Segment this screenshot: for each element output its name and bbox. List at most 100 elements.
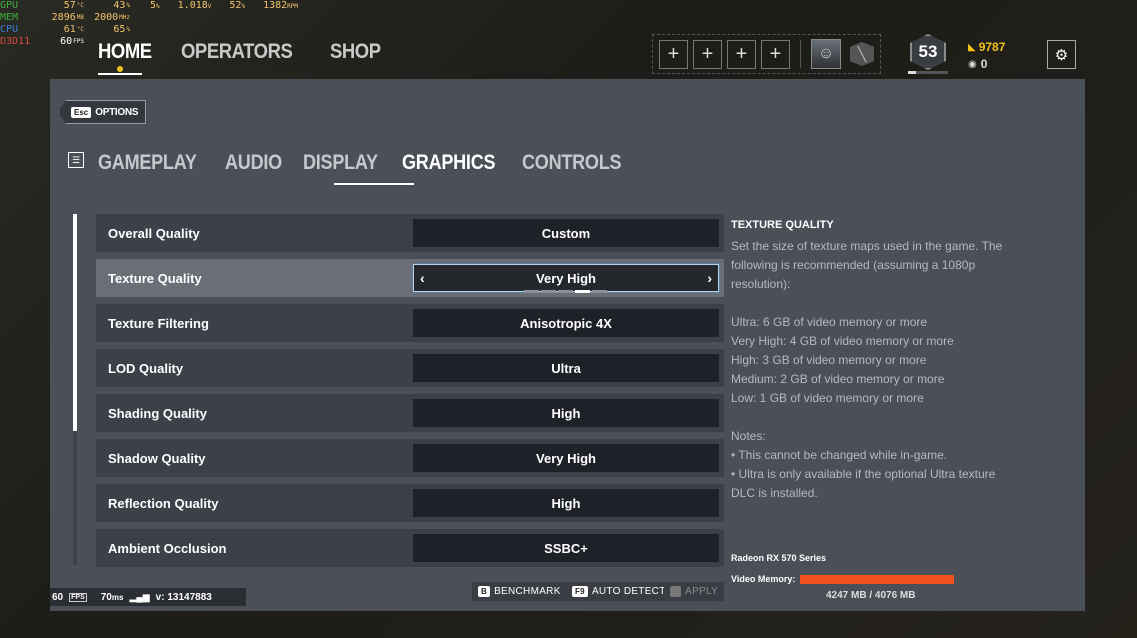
auto-detect-label: AUTO DETECT bbox=[591, 586, 666, 597]
f9-key-icon: F9 bbox=[572, 586, 588, 597]
description-text: Set the size of texture maps used in the… bbox=[731, 239, 1003, 253]
level-pip bbox=[541, 290, 556, 293]
setting-label: Ambient Occlusion bbox=[108, 540, 227, 556]
level-pip bbox=[592, 290, 607, 293]
level-progress-bar bbox=[908, 71, 948, 74]
chevron-right-icon[interactable]: › bbox=[707, 270, 712, 286]
nav-operators[interactable]: OPERATORS bbox=[181, 40, 293, 64]
options-tabs: GAMEPLAY AUDIO DISPLAY GRAPHICS CONTROLS bbox=[98, 151, 648, 175]
invite-slot-3[interactable]: + bbox=[727, 39, 756, 69]
level-indicator bbox=[524, 290, 607, 293]
tab-audio[interactable]: AUDIO bbox=[225, 151, 291, 175]
apply-key-icon: ■ bbox=[670, 586, 682, 597]
setting-label: Texture Filtering bbox=[108, 315, 209, 331]
setting-label: Texture Quality bbox=[108, 270, 202, 286]
note: • Ultra is only available if the optiona… bbox=[731, 467, 996, 481]
level-pip bbox=[558, 290, 573, 293]
settings-list-icon: ☰ bbox=[68, 152, 84, 168]
setting-row-lod-quality[interactable]: LOD Quality Ultra bbox=[96, 349, 724, 387]
setting-label: Reflection Quality bbox=[108, 495, 219, 511]
invite-slot-2[interactable]: + bbox=[693, 39, 722, 69]
description-text: following is recommended (assuming a 108… bbox=[731, 258, 976, 272]
recommendation: Medium: 2 GB of video memory or more bbox=[731, 372, 945, 386]
vram-usage-bar bbox=[800, 575, 954, 584]
gpu-name: Radeon RX 570 Series bbox=[731, 553, 827, 563]
active-tab-underline bbox=[334, 183, 414, 185]
tab-controls[interactable]: CONTROLS bbox=[522, 151, 630, 175]
setting-row-texture-filtering[interactable]: Texture Filtering Anisotropic 4X bbox=[96, 304, 724, 342]
vram-label: Video Memory: bbox=[731, 574, 796, 584]
nav-shop[interactable]: SHOP bbox=[330, 40, 381, 64]
options-back-button[interactable]: Esc OPTIONS bbox=[58, 100, 147, 124]
vram-usage-text: 4247 MB / 4076 MB bbox=[826, 590, 916, 601]
invite-slot-4[interactable]: + bbox=[761, 39, 790, 69]
setting-value[interactable]: Very High bbox=[413, 444, 719, 472]
setting-row-shading-quality[interactable]: Shading Quality High bbox=[96, 394, 724, 432]
note: DLC is installed. bbox=[731, 486, 818, 500]
recommendation: Ultra: 6 GB of video memory or more bbox=[731, 315, 928, 329]
fps-value: 60 bbox=[52, 591, 64, 603]
credits-icon: ◉ bbox=[968, 58, 977, 70]
benchmark-label: BENCHMARK bbox=[494, 586, 561, 597]
notification-dot bbox=[117, 66, 123, 72]
setting-row-shadow-quality[interactable]: Shadow Quality Very High bbox=[96, 439, 724, 477]
auto-detect-button[interactable]: F9 AUTO DETECT bbox=[566, 582, 672, 601]
settings-gear-button[interactable]: ⚙ bbox=[1047, 40, 1076, 69]
invite-slot-1[interactable]: + bbox=[659, 39, 688, 69]
version-text: v: 13147883 bbox=[155, 591, 212, 603]
currency-display[interactable]: ◣ 9787 ◉ 0 bbox=[968, 40, 1005, 71]
status-bar: 60 FPS 70ms ▂▄▆ v: 13147883 bbox=[50, 588, 246, 606]
ping-value: 70 bbox=[100, 591, 112, 603]
setting-row-overall-quality[interactable]: Overall Quality Custom bbox=[96, 214, 724, 252]
credits-amount: 0 bbox=[980, 57, 988, 71]
setting-value[interactable]: Ultra bbox=[413, 354, 719, 382]
setting-value[interactable]: Custom bbox=[413, 219, 719, 247]
player-avatar[interactable]: ☺ bbox=[811, 39, 841, 69]
setting-value-selector[interactable]: ‹ Very High › bbox=[413, 264, 719, 293]
setting-value[interactable]: Anisotropic 4X bbox=[413, 309, 719, 337]
benchmark-button[interactable]: B BENCHMARK bbox=[472, 582, 567, 601]
nav-home[interactable]: HOME bbox=[98, 40, 152, 64]
setting-row-reflection-quality[interactable]: Reflection Quality High bbox=[96, 484, 724, 522]
signal-icon: ▂▄▆ bbox=[129, 591, 150, 602]
apply-button[interactable]: ■ APPLY bbox=[664, 582, 725, 601]
tab-display[interactable]: DISPLAY bbox=[303, 151, 386, 175]
scrollbar-thumb[interactable] bbox=[73, 214, 77, 431]
fps-unit: FPS bbox=[69, 592, 87, 602]
setting-label: Shading Quality bbox=[108, 405, 207, 421]
scrollbar-track[interactable] bbox=[73, 431, 77, 565]
gear-icon: ⚙ bbox=[1054, 46, 1069, 64]
tab-graphics[interactable]: GRAPHICS bbox=[402, 151, 504, 175]
setting-label: LOD Quality bbox=[108, 360, 184, 376]
recommendation: Low: 1 GB of video memory or more bbox=[731, 391, 924, 405]
options-label: OPTIONS bbox=[95, 106, 139, 118]
apply-label: APPLY bbox=[685, 586, 719, 597]
setting-value: Very High bbox=[536, 270, 596, 286]
esc-key-icon: Esc bbox=[71, 106, 92, 118]
setting-value[interactable]: SSBC+ bbox=[413, 534, 719, 562]
level-pip bbox=[524, 290, 539, 293]
setting-label: Overall Quality bbox=[108, 225, 200, 241]
main-nav: HOME OPERATORS SHOP bbox=[98, 40, 387, 75]
ping-unit: ms bbox=[111, 592, 124, 602]
chevron-left-icon[interactable]: ‹ bbox=[420, 270, 425, 286]
setting-row-texture-quality[interactable]: Texture Quality ‹ Very High › bbox=[96, 259, 724, 297]
tab-gameplay[interactable]: GAMEPLAY bbox=[98, 151, 205, 175]
level-pip bbox=[575, 290, 590, 293]
renown-icon: ◣ bbox=[968, 41, 976, 53]
setting-row-ambient-occlusion[interactable]: Ambient Occlusion SSBC+ bbox=[96, 529, 724, 567]
graphics-settings-list: Overall Quality Custom Texture Quality ‹… bbox=[96, 214, 724, 574]
notes-title: Notes: bbox=[731, 429, 766, 443]
nav-home-underline bbox=[98, 73, 142, 75]
recommendation: High: 3 GB of video memory or more bbox=[731, 353, 927, 367]
renown-amount: 9787 bbox=[978, 40, 1006, 54]
level-progress-fill bbox=[908, 71, 916, 74]
b-key-icon: B bbox=[478, 586, 491, 597]
squad-panel: + + + + ☺ ╲ bbox=[652, 34, 881, 74]
rank-icon[interactable]: ╲ bbox=[850, 42, 874, 66]
setting-value[interactable]: High bbox=[413, 399, 719, 427]
setting-description: TEXTURE QUALITY Set the size of texture … bbox=[731, 216, 1031, 522]
setting-label: Shadow Quality bbox=[108, 450, 206, 466]
setting-value[interactable]: High bbox=[413, 489, 719, 517]
divider bbox=[800, 40, 801, 68]
